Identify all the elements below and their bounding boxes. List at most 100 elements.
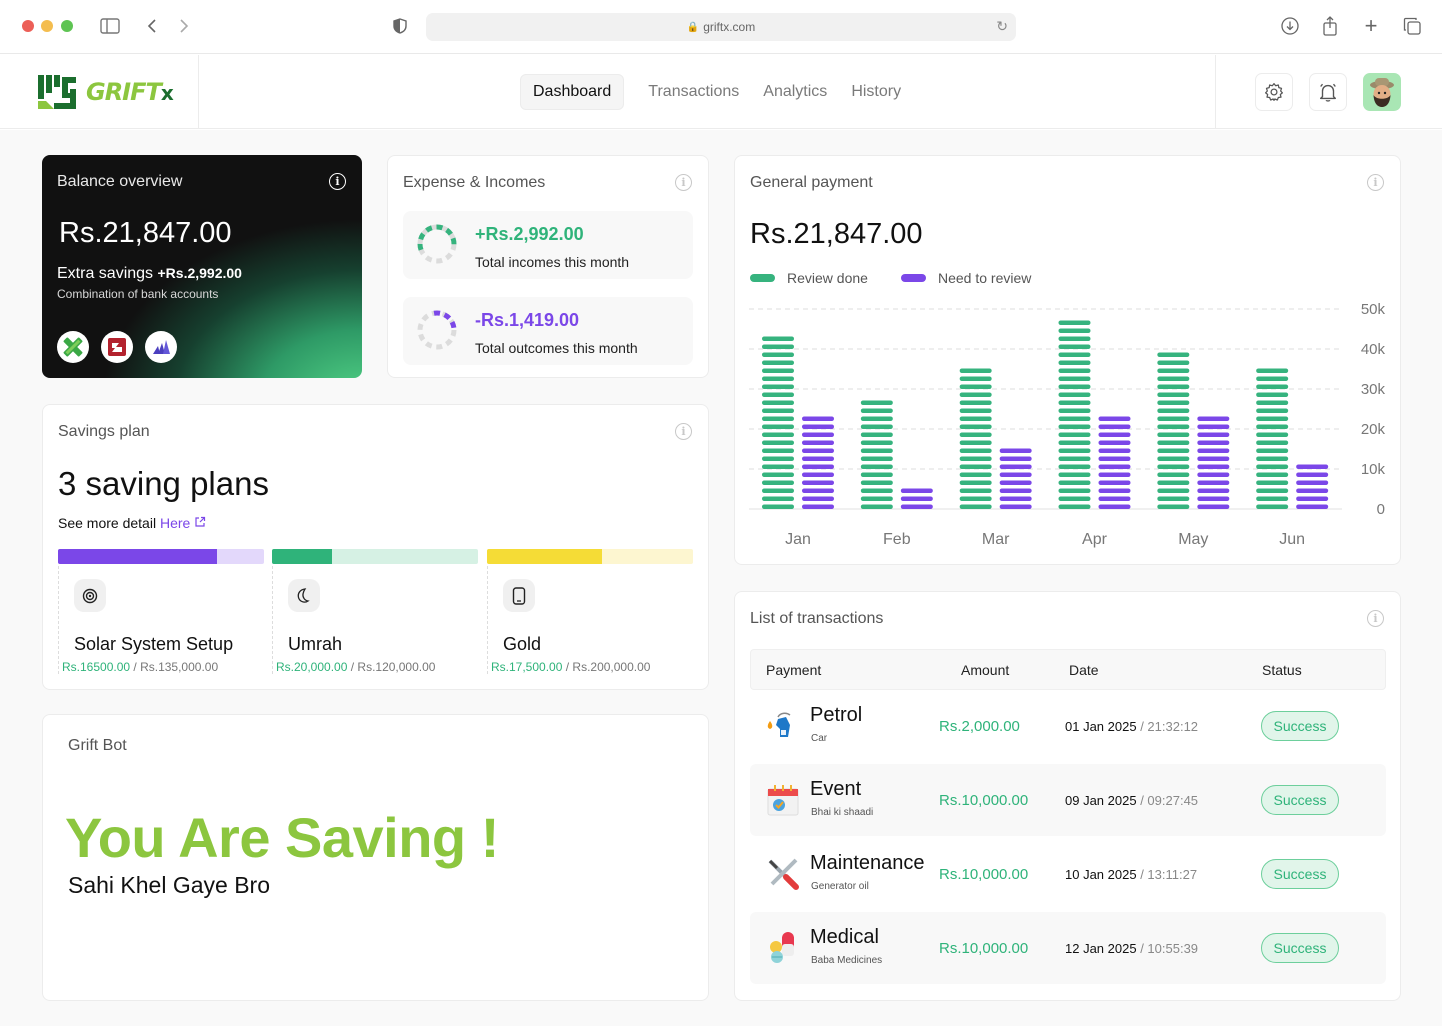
address-bar[interactable]: 🔒 griftx.com ↻ xyxy=(426,13,1016,41)
balance-title: Balance overview xyxy=(57,173,183,190)
avatar[interactable] xyxy=(1363,73,1401,111)
bar-segment xyxy=(1058,488,1091,493)
nav-history[interactable]: History xyxy=(839,74,913,110)
plan-divider xyxy=(58,566,59,674)
transaction-row[interactable]: Maintenance Generator oil Rs.10,000.00 10 J… xyxy=(750,838,1386,910)
plan-name: Solar System Setup xyxy=(74,634,234,654)
bank-logo-purple[interactable] xyxy=(145,331,177,363)
bot-headline: You Are Saving ! xyxy=(65,806,499,869)
bar-segment xyxy=(1098,472,1131,477)
col-amount[interactable]: Amount xyxy=(961,662,1009,678)
bar-review-done-feb[interactable] xyxy=(860,400,893,510)
bar-need-review-jun[interactable] xyxy=(1296,464,1329,510)
col-status[interactable]: Status xyxy=(1262,662,1302,678)
info-icon[interactable]: i xyxy=(1367,174,1384,191)
bar-segment xyxy=(762,456,794,461)
bar-segment xyxy=(802,440,834,445)
bar-segment xyxy=(1256,424,1289,429)
transaction-date-value: 12 Jan 2025 xyxy=(1065,941,1137,956)
bar-need-review-mar[interactable] xyxy=(999,448,1032,510)
forward-icon[interactable] xyxy=(172,14,196,38)
bar-segment xyxy=(959,392,992,397)
info-icon[interactable]: i xyxy=(675,174,692,191)
bar-segment xyxy=(959,368,992,373)
y-tick-label: 10k xyxy=(1361,461,1386,478)
bar-segment xyxy=(1296,488,1329,493)
bar-review-done-jun[interactable] xyxy=(1256,368,1289,510)
bar-need-review-may[interactable] xyxy=(1197,416,1230,510)
maximize-window-button[interactable] xyxy=(61,20,73,32)
balance-overview-card: Balance overview i Rs.21,847.00 Extra sa… xyxy=(42,155,362,378)
sidebar-icon[interactable] xyxy=(98,14,122,38)
logo-text-suffix: x xyxy=(160,81,174,105)
nav-transactions[interactable]: Transactions xyxy=(636,74,751,110)
bar-review-done-jan[interactable] xyxy=(762,336,794,510)
income-row[interactable]: +Rs.2,992.00 Total incomes this month xyxy=(403,211,693,279)
bar-segment xyxy=(1256,400,1289,405)
bar-segment xyxy=(1157,504,1190,509)
bar-review-done-mar[interactable] xyxy=(959,368,992,510)
bar-segment xyxy=(1058,480,1091,485)
general-amount: Rs.21,847.00 xyxy=(750,218,923,250)
savings-more-link[interactable]: Here xyxy=(160,515,206,531)
bank-logo-green[interactable] xyxy=(57,331,89,363)
savings-more-link-text: Here xyxy=(159,515,191,531)
y-tick-label: 0 xyxy=(1377,501,1385,518)
outcome-row[interactable]: -Rs.1,419.00 Total outcomes this month xyxy=(403,297,693,365)
close-window-button[interactable] xyxy=(22,20,34,32)
share-icon[interactable] xyxy=(1318,14,1342,38)
plan-saved: Rs.20,000.00 xyxy=(276,660,348,674)
expense-title: Expense & Incomes xyxy=(403,174,546,191)
bar-need-review-feb[interactable] xyxy=(900,488,933,510)
info-icon[interactable]: i xyxy=(675,423,692,440)
reload-icon[interactable]: ↻ xyxy=(996,18,1008,35)
bank-logo-red[interactable] xyxy=(101,331,133,363)
bar-segment xyxy=(1256,408,1289,413)
nav-analytics[interactable]: Analytics xyxy=(751,74,839,110)
new-tab-icon[interactable]: + xyxy=(1359,13,1383,38)
bar-segment xyxy=(762,376,794,381)
info-icon[interactable]: i xyxy=(329,173,346,190)
back-icon[interactable] xyxy=(140,14,164,38)
bar-segment xyxy=(802,504,834,509)
download-icon[interactable] xyxy=(1278,14,1302,38)
bar-segment xyxy=(762,416,794,421)
transaction-row[interactable]: Medical Baba Medicines Rs.10,000.00 12 Jan … xyxy=(750,912,1386,984)
bar-need-review-apr[interactable] xyxy=(1098,416,1131,510)
nav-dashboard[interactable]: Dashboard xyxy=(520,74,625,110)
bar-segment xyxy=(762,488,794,493)
logo[interactable]: GRIFTx xyxy=(0,55,199,129)
app-header: GRIFTx Dashboard Transactions Analytics … xyxy=(0,55,1442,129)
savings-more: See more detail Here xyxy=(58,515,206,531)
saving-plan-item[interactable]: Gold Rs.17,500.00 / Rs.200,000.00 xyxy=(487,549,693,675)
col-payment[interactable]: Payment xyxy=(766,662,821,678)
bar-segment xyxy=(1157,448,1190,453)
bar-need-review-jan[interactable] xyxy=(802,416,834,510)
bar-segment xyxy=(1197,448,1230,453)
bar-review-done-apr[interactable] xyxy=(1058,320,1091,510)
transaction-row[interactable]: Event Bhai ki shaadi Rs.10,000.00 09 Jan 20… xyxy=(750,764,1386,836)
savings-title: Savings plan xyxy=(58,423,150,440)
notifications-button[interactable] xyxy=(1309,73,1347,111)
minimize-window-button[interactable] xyxy=(41,20,53,32)
extra-savings: Extra savings +Rs.2,992.00 xyxy=(57,265,242,283)
bar-segment xyxy=(1098,496,1131,501)
bot-title: Grift Bot xyxy=(68,737,127,754)
bar-segment xyxy=(1197,480,1230,485)
tabs-icon[interactable] xyxy=(1400,14,1424,38)
settings-button[interactable] xyxy=(1255,73,1293,111)
saving-plan-item[interactable]: Umrah Rs.20,000.00 / Rs.120,000.00 xyxy=(272,549,478,675)
bar-segment xyxy=(1157,440,1190,445)
bar-segment xyxy=(860,400,893,405)
shield-icon[interactable] xyxy=(388,14,412,38)
bar-segment xyxy=(959,488,992,493)
info-icon[interactable]: i xyxy=(1367,610,1384,627)
general-title: General payment xyxy=(750,174,873,191)
url-text: griftx.com xyxy=(703,20,756,34)
bar-segment xyxy=(1197,472,1230,477)
bar-review-done-may[interactable] xyxy=(1157,352,1190,510)
transaction-row[interactable]: Petrol Car Rs.2,000.00 01 Jan 2025 / 21:32:… xyxy=(750,690,1386,762)
saving-plan-item[interactable]: Solar System Setup Rs.16500.00 / Rs.135,0… xyxy=(58,549,264,675)
bar-segment xyxy=(762,424,794,429)
col-date[interactable]: Date xyxy=(1069,662,1099,678)
